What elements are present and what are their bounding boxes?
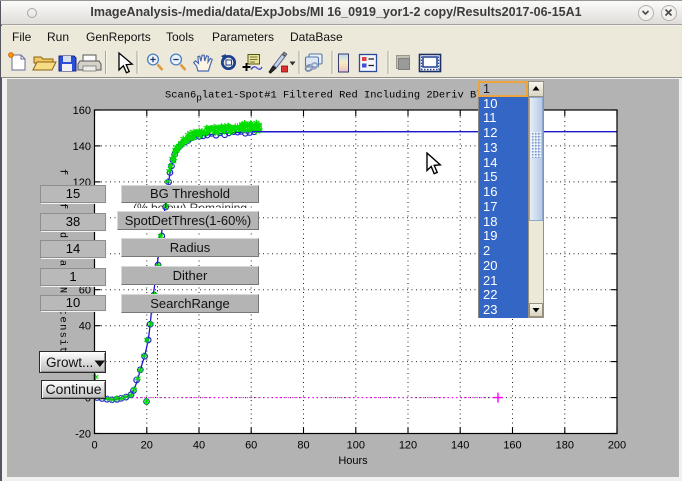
svg-text:180: 180 bbox=[556, 440, 574, 452]
svg-text:200: 200 bbox=[608, 440, 626, 452]
svg-text:N: N bbox=[57, 287, 69, 293]
svg-text:100: 100 bbox=[347, 440, 365, 452]
svg-text:0: 0 bbox=[91, 440, 97, 452]
svg-text:f: f bbox=[57, 169, 69, 175]
svg-text:140: 140 bbox=[451, 440, 469, 452]
svg-text:a: a bbox=[57, 260, 69, 266]
svg-text:120: 120 bbox=[399, 440, 417, 452]
svg-text:d: d bbox=[57, 232, 69, 238]
svg-text:60: 60 bbox=[245, 440, 257, 452]
svg-text:f: f bbox=[57, 203, 69, 209]
svg-text:Scan6plate1-Spot#1 Filtered Re: Scan6plate1-Spot#1 Filtered Red Includin… bbox=[165, 90, 489, 104]
svg-text:80: 80 bbox=[297, 440, 309, 452]
svg-text:Hours: Hours bbox=[338, 455, 368, 467]
svg-text:140: 140 bbox=[73, 141, 91, 153]
svg-text:160: 160 bbox=[73, 105, 91, 117]
svg-text:160: 160 bbox=[503, 440, 521, 452]
svg-text:-20: -20 bbox=[75, 429, 91, 441]
svg-text:40: 40 bbox=[193, 440, 205, 452]
svg-text:40: 40 bbox=[79, 321, 91, 333]
svg-text:20: 20 bbox=[141, 440, 153, 452]
